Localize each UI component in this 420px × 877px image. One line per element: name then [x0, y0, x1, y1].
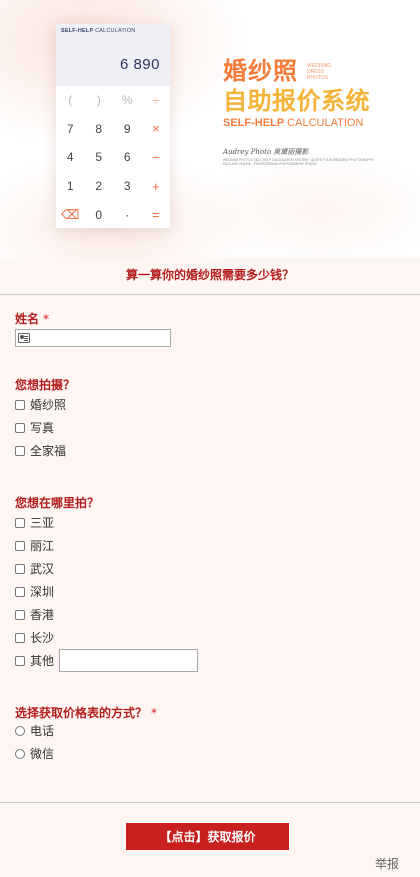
checkbox[interactable] [15, 422, 25, 433]
calc-key: ) [96, 93, 101, 108]
shoot-type-option[interactable]: 婚纱照 [15, 396, 66, 413]
calc-key: 4 [66, 150, 74, 165]
location-label: 您想在哪里拍？ [15, 496, 100, 510]
checkbox[interactable] [15, 586, 25, 597]
report-link[interactable]: 举报 [375, 855, 399, 872]
location-option[interactable]: 三亚 [15, 514, 54, 531]
checkbox[interactable] [15, 445, 25, 456]
radio-button[interactable] [15, 725, 25, 736]
checkbox[interactable] [15, 399, 25, 410]
location-option-other[interactable]: 其他 [15, 652, 54, 669]
calculator-brand: SELF-HELP CALCULATION [61, 28, 136, 34]
calc-key: 2 [95, 179, 103, 194]
shoot-type-option[interactable]: 写真 [15, 419, 54, 436]
calc-key: ( [68, 93, 73, 108]
checkbox[interactable] [15, 517, 25, 528]
calc-key: 5 [95, 150, 103, 165]
banner-title-line2: 自助报价系统 [223, 87, 370, 115]
location-option[interactable]: 香港 [15, 606, 54, 623]
calc-key: 9 [123, 121, 131, 136]
calc-key: 3 [123, 179, 131, 194]
checkbox[interactable] [15, 655, 25, 666]
backspace-icon: ⌫ [61, 206, 80, 222]
divider [0, 294, 420, 295]
calc-key: · [125, 207, 130, 222]
banner-signature: Audrey Photo 奥黛丽摄影 [223, 148, 309, 156]
banner-title: 婚纱照 自助报价系统 [223, 56, 370, 116]
checkbox[interactable] [15, 609, 25, 620]
banner-title-line1: 婚纱照 [223, 57, 298, 85]
banner-subtitle: SELF-HELP CALCULATION [223, 117, 364, 129]
calc-key: 7 [66, 121, 74, 136]
calc-key: 6 [123, 150, 131, 165]
calc-key: ÷ [152, 92, 160, 108]
banner-small-label: WEDDING DRESS PHOTOS [307, 63, 332, 81]
required-mark: * [151, 706, 158, 720]
contact-method-option[interactable]: 微信 [15, 745, 54, 762]
divider [0, 802, 420, 803]
calculator-screen: SELF-HELP CALCULATION 6 890 [56, 24, 170, 86]
calc-key: % [121, 93, 133, 108]
other-location-input[interactable] [59, 649, 198, 672]
form-title: 算一算你的婚纱照需要多少钱？ [125, 268, 294, 282]
calc-key: 0 [95, 207, 103, 222]
checkbox[interactable] [15, 563, 25, 574]
shoot-type-label: 您想拍摄？ [15, 378, 76, 392]
contact-card-icon [18, 333, 30, 343]
location-option[interactable]: 长沙 [15, 629, 54, 646]
name-label: 姓名 * [15, 312, 50, 326]
calculator-illustration: SELF-HELP CALCULATION 6 890 ( ) % ÷ 7 8 … [56, 24, 170, 228]
calculator-display: 6 890 [119, 56, 160, 73]
required-mark: * [43, 312, 50, 326]
banner-image: SELF-HELP CALCULATION 6 890 ( ) % ÷ 7 8 … [0, 0, 420, 258]
contact-method-label: 选择获取价格表的方式？ * [15, 706, 158, 720]
calc-key: + [151, 178, 160, 194]
location-option[interactable]: 武汉 [15, 560, 54, 577]
banner-fine-print: WEDDING PHOTOS SELF-HELP CALCULATION SYS… [223, 158, 374, 167]
calc-key: 8 [95, 121, 103, 136]
name-input[interactable] [15, 329, 171, 347]
calc-key: × [151, 121, 160, 137]
location-option[interactable]: 丽江 [15, 537, 54, 554]
calculator-keypad: ( ) % ÷ 7 8 9 × 4 5 6 − 1 2 3 + ⌫ 0 · = [56, 86, 170, 229]
location-option[interactable]: 深圳 [15, 583, 54, 600]
checkbox[interactable] [15, 540, 25, 551]
calc-key: = [151, 207, 160, 223]
contact-method-option[interactable]: 电话 [15, 722, 54, 739]
shoot-type-option[interactable]: 全家福 [15, 442, 66, 459]
checkbox[interactable] [15, 632, 25, 643]
get-quote-button[interactable]: 【点击】获取报价 [126, 823, 289, 850]
calc-key: 1 [66, 179, 74, 194]
radio-button[interactable] [15, 748, 25, 759]
calc-key: − [151, 149, 160, 165]
